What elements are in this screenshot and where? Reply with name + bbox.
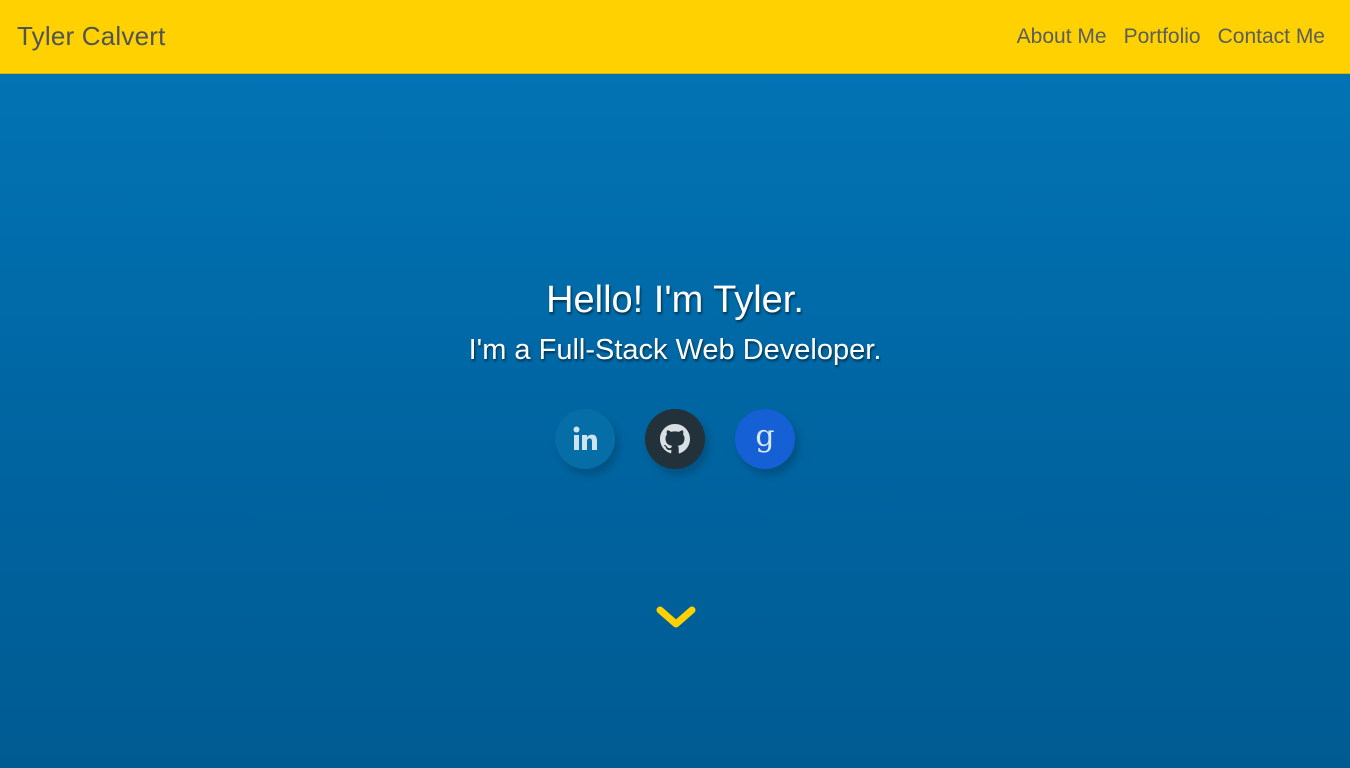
nav-contact-me[interactable]: Contact Me <box>1218 25 1325 49</box>
brand-link[interactable]: Tyler Calvert <box>17 21 166 52</box>
hero-headline: Hello! I'm Tyler. <box>546 279 804 321</box>
linkedin-icon <box>573 426 597 450</box>
linkedin-button[interactable] <box>555 409 615 469</box>
nav-links: About Me Portfolio Contact Me <box>1017 25 1325 49</box>
nav-portfolio[interactable]: Portfolio <box>1124 25 1201 49</box>
top-navbar: Tyler Calvert About Me Portfolio Contact… <box>0 0 1350 74</box>
google-button[interactable]: g <box>735 409 795 469</box>
github-icon <box>660 424 690 454</box>
svg-text:g: g <box>755 419 774 454</box>
hero-section: Hello! I'm Tyler. I'm a Full-Stack Web D… <box>0 74 1350 768</box>
chevron-down-icon[interactable] <box>656 604 696 632</box>
nav-about-me[interactable]: About Me <box>1017 25 1107 49</box>
social-links: g <box>0 409 1350 469</box>
github-button[interactable] <box>645 409 705 469</box>
google-icon: g <box>755 419 774 454</box>
hero-subheadline: I'm a Full-Stack Web Developer. <box>468 334 882 366</box>
